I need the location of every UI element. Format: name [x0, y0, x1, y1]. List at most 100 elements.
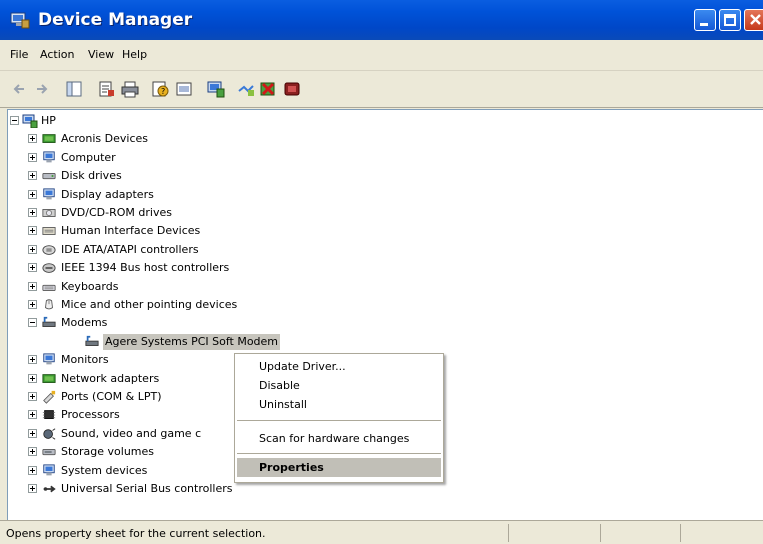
- status-divider: [508, 524, 509, 542]
- expand-icon[interactable]: [28, 447, 37, 457]
- expand-icon[interactable]: [28, 226, 37, 236]
- processor-icon: [41, 407, 57, 421]
- properties-icon[interactable]: [96, 79, 116, 99]
- context-update-driver[interactable]: Update Driver...: [237, 357, 441, 376]
- modem-icon: [84, 334, 100, 348]
- minimize-button[interactable]: [694, 9, 716, 31]
- context-scan-hardware[interactable]: Scan for hardware changes: [237, 429, 441, 448]
- tree-item-label: Mice and other pointing devices: [61, 298, 238, 311]
- tree-item-label: Monitors: [61, 353, 109, 367]
- collapse-icon[interactable]: [10, 116, 19, 125]
- status-divider: [600, 524, 601, 542]
- tree-item-label: Ports (COM & LPT): [61, 390, 162, 403]
- tree-item-label: IEEE 1394 Bus host controllers: [61, 261, 230, 275]
- close-icon: [750, 14, 761, 25]
- expand-icon[interactable]: [28, 189, 37, 199]
- tree-item-label: Agere Systems PCI Soft Modem: [103, 333, 281, 350]
- tree-item-label: Storage volumes: [61, 445, 155, 459]
- system-device-icon: [41, 463, 57, 477]
- hid-icon: [41, 223, 57, 237]
- keyboard-icon: [41, 279, 57, 293]
- device-manager-icon: [10, 11, 30, 29]
- expand-icon[interactable]: [28, 171, 37, 181]
- context-uninstall[interactable]: Uninstall: [237, 395, 441, 414]
- menu-file[interactable]: File: [10, 48, 28, 61]
- expand-icon[interactable]: [28, 410, 37, 420]
- expand-icon[interactable]: [28, 208, 37, 217]
- expand-icon[interactable]: [28, 300, 37, 309]
- device-manager-window: Device Manager File Action View Help ? H…: [0, 0, 763, 544]
- tree-item-label: Human Interface Devices: [61, 224, 201, 238]
- back-icon[interactable]: [10, 79, 30, 99]
- window-title: Device Manager: [38, 10, 193, 30]
- sound-icon: [41, 426, 57, 440]
- toolbar: ?: [0, 71, 763, 108]
- tree-root-label: HP: [41, 114, 56, 127]
- expand-icon[interactable]: [28, 484, 37, 493]
- expand-icon[interactable]: [28, 134, 37, 144]
- expand-icon[interactable]: [28, 281, 37, 291]
- dvd-drive-icon: [41, 205, 57, 219]
- usb-icon: [41, 481, 57, 495]
- expand-icon[interactable]: [28, 244, 37, 254]
- tree-item-label: System devices: [61, 463, 148, 477]
- maximize-button[interactable]: [719, 9, 741, 31]
- collapse-icon[interactable]: [28, 318, 37, 328]
- monitor-icon: [41, 352, 57, 366]
- expand-icon[interactable]: [28, 152, 37, 162]
- menu-help[interactable]: Help: [122, 48, 147, 61]
- view-icon[interactable]: [174, 79, 194, 99]
- tree-item-label: Display adapters: [61, 187, 154, 201]
- expand-icon[interactable]: [28, 465, 37, 475]
- context-disable[interactable]: Disable: [237, 376, 441, 395]
- context-properties[interactable]: Properties: [237, 458, 441, 477]
- update-driver-icon[interactable]: [236, 79, 256, 99]
- tree-item-label: Network adapters: [61, 371, 160, 385]
- context-menu: Update Driver... Disable Uninstall Scan …: [234, 353, 444, 483]
- tree-item-label: Keyboards: [61, 279, 119, 293]
- acronis-icon: [41, 131, 57, 145]
- tree-item-label: Acronis Devices: [61, 132, 148, 146]
- expand-icon[interactable]: [28, 263, 37, 273]
- help-icon[interactable]: ?: [150, 79, 170, 99]
- expand-icon[interactable]: [28, 392, 37, 401]
- forward-icon[interactable]: [32, 79, 52, 99]
- close-button[interactable]: [744, 9, 763, 31]
- disk-drive-icon: [41, 168, 57, 182]
- tree-item-label: Modems: [61, 316, 108, 330]
- menu-action[interactable]: Action: [40, 48, 74, 61]
- console-tree-icon[interactable]: [64, 79, 84, 99]
- status-text: Opens property sheet for the current sel…: [6, 527, 266, 540]
- status-bar: Opens property sheet for the current sel…: [0, 520, 763, 544]
- tree-item-label: Sound, video and game c: [61, 426, 202, 440]
- network-adapter-icon: [41, 371, 57, 385]
- ide-controller-icon: [41, 242, 57, 256]
- expand-icon[interactable]: [28, 373, 37, 383]
- print-icon[interactable]: [120, 79, 140, 99]
- mouse-icon: [41, 297, 57, 311]
- uninstall-icon[interactable]: [258, 79, 278, 99]
- scan-hardware-icon[interactable]: [206, 79, 226, 99]
- maximize-icon: [724, 14, 736, 26]
- status-divider: [680, 524, 681, 542]
- menu-bar: File Action View Help: [0, 40, 763, 71]
- modem-icon: [41, 315, 57, 329]
- svg-text:?: ?: [161, 87, 165, 96]
- ieee1394-icon: [41, 260, 57, 274]
- tree-item-label: Processors: [61, 408, 120, 422]
- tree-item-label: Computer: [61, 150, 116, 164]
- storage-volume-icon: [41, 444, 57, 458]
- menu-view[interactable]: View: [88, 48, 114, 61]
- expand-icon[interactable]: [28, 428, 37, 438]
- expand-icon[interactable]: [28, 355, 37, 365]
- computer-icon: [41, 150, 57, 164]
- title-bar[interactable]: Device Manager: [0, 0, 763, 40]
- display-adapter-icon: [41, 187, 57, 201]
- context-separator: [237, 420, 441, 421]
- port-icon: [41, 389, 57, 404]
- tree-item-label: Universal Serial Bus controllers: [61, 482, 233, 495]
- tree-item-label: Disk drives: [61, 169, 122, 183]
- tree-item-label: IDE ATA/ATAPI controllers: [61, 242, 199, 256]
- context-separator: [237, 453, 441, 454]
- disable-icon[interactable]: [282, 79, 302, 99]
